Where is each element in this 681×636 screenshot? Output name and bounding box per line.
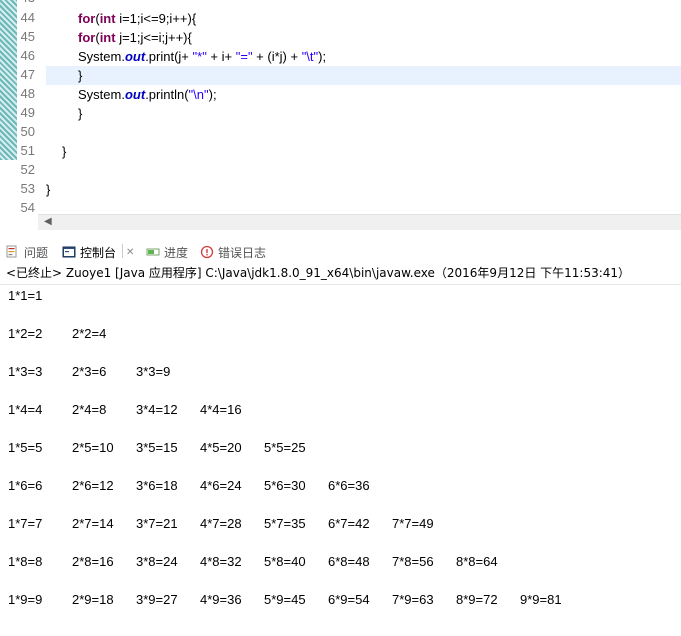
console-cell: 4*6=24 [200, 478, 242, 493]
tab-error-log[interactable]: 错误日志 [200, 241, 266, 263]
line-number: 43 [5, 0, 35, 5]
console-cell: 6*9=54 [328, 592, 370, 607]
console-cell: 2*5=10 [72, 440, 114, 455]
line-number: 45 [20, 29, 35, 44]
console-cell: 2*9=18 [72, 592, 114, 607]
console-cell: 3*5=15 [136, 440, 178, 455]
console-cell: 5*5=25 [264, 440, 306, 455]
console-cell: 8*8=64 [456, 554, 498, 569]
close-icon[interactable]: ✕ [126, 247, 134, 258]
console-cell: 2*7=14 [72, 516, 114, 531]
console-cell: 2*2=4 [72, 326, 107, 341]
code-line-45[interactable]: for(int j=1;j<=i;j++){ [78, 28, 192, 47]
console-cell: 1*1=1 [8, 288, 43, 303]
console-cell: 5*9=45 [264, 592, 306, 607]
console-cell: 5*8=40 [264, 554, 306, 569]
line-number: 47 [20, 67, 35, 82]
horizontal-scrollbar[interactable]: ◀ [38, 214, 681, 230]
console-status-line: <已终止> Zuoye1 [Java 应用程序] C:\Java\jdk1.8.… [0, 264, 681, 285]
tab-divider [122, 244, 123, 258]
console-cell: 1*8=8 [8, 554, 43, 569]
console-cell: 4*5=20 [200, 440, 242, 455]
console-cell: 2*4=8 [72, 402, 107, 417]
current-line-highlight [46, 66, 681, 85]
pane-separator [0, 230, 681, 238]
console-cell: 1*5=5 [8, 440, 43, 455]
line-number: 46 [20, 48, 35, 63]
console-cell: 3*4=12 [136, 402, 178, 417]
console-cell: 9*9=81 [520, 592, 562, 607]
line-number: 53 [20, 181, 35, 196]
console-cell: 3*7=21 [136, 516, 178, 531]
error-log-icon [200, 245, 214, 259]
scroll-left-icon[interactable]: ◀ [44, 216, 52, 227]
console-cell: 2*8=16 [72, 554, 114, 569]
tab-progress[interactable]: 进度 [146, 241, 188, 263]
tab-label: 进度 [164, 245, 189, 260]
console-cell: 5*6=30 [264, 478, 306, 493]
tab-close[interactable]: ✕ [126, 241, 134, 263]
console-cell: 7*9=63 [392, 592, 434, 607]
console-cell: 3*3=9 [136, 364, 171, 379]
line-number: 52 [20, 162, 35, 177]
console-cell: 2*3=6 [72, 364, 107, 379]
line-number: 51 [20, 143, 35, 158]
console-cell: 5*7=35 [264, 516, 306, 531]
console-icon [62, 246, 76, 258]
console-cell: 2*6=12 [72, 478, 114, 493]
line-number: 49 [20, 105, 35, 120]
code-editor[interactable]: 43 44 45 46 47 48 49 50 51 52 53 54 for(… [0, 0, 681, 216]
code-line-46[interactable]: System.out.print(j+ "*" + i+ "=" + (i*j)… [78, 47, 326, 66]
console-cell: 1*4=4 [8, 402, 43, 417]
view-tab-bar: 问题 控制台 ✕ 进度 错误日志 [0, 238, 681, 264]
tab-label: 控制台 [80, 245, 117, 260]
console-cell: 1*2=2 [8, 326, 43, 341]
console-cell: 3*8=24 [136, 554, 178, 569]
console-cell: 3*9=27 [136, 592, 178, 607]
line-number: 54 [20, 200, 35, 215]
console-cell: 6*7=42 [328, 516, 370, 531]
console-cell: 4*9=36 [200, 592, 242, 607]
console-cell: 6*8=48 [328, 554, 370, 569]
console-cell: 1*9=9 [8, 592, 43, 607]
tab-problems[interactable]: 问题 [6, 241, 48, 263]
console-cell: 4*4=16 [200, 402, 242, 417]
console-cell: 4*7=28 [200, 516, 242, 531]
code-line-51[interactable]: } [62, 142, 66, 161]
console-cell: 7*8=56 [392, 554, 434, 569]
line-number: 48 [20, 86, 35, 101]
console-output[interactable]: 1*1=1 1*2=2 2*2=4 1*3=3 2*3=6 3*3=9 1*4=4 2*4=8… [0, 284, 681, 636]
progress-icon [146, 248, 160, 256]
console-cell: 7*7=49 [392, 516, 434, 531]
line-number: 50 [20, 124, 35, 139]
line-number: 44 [20, 10, 35, 25]
console-cell: 1*7=7 [8, 516, 43, 531]
console-cell: 3*6=18 [136, 478, 178, 493]
problems-icon [6, 245, 17, 258]
tab-label: 问题 [24, 245, 49, 260]
code-line-44[interactable]: for(int i=1;i<=9;i++){ [78, 9, 196, 28]
console-cell: 4*8=32 [200, 554, 242, 569]
code-line-49[interactable]: } [78, 104, 82, 123]
code-line-53[interactable]: } [46, 180, 50, 199]
console-cell: 8*9=72 [456, 592, 498, 607]
console-cell: 6*6=36 [328, 478, 370, 493]
console-cell: 1*3=3 [8, 364, 43, 379]
code-line-47[interactable]: } [78, 66, 82, 85]
tab-label: 错误日志 [218, 245, 267, 260]
console-cell: 1*6=6 [8, 478, 43, 493]
tab-console[interactable]: 控制台 [62, 241, 116, 263]
code-line-48[interactable]: System.out.println("\n"); [78, 85, 217, 104]
